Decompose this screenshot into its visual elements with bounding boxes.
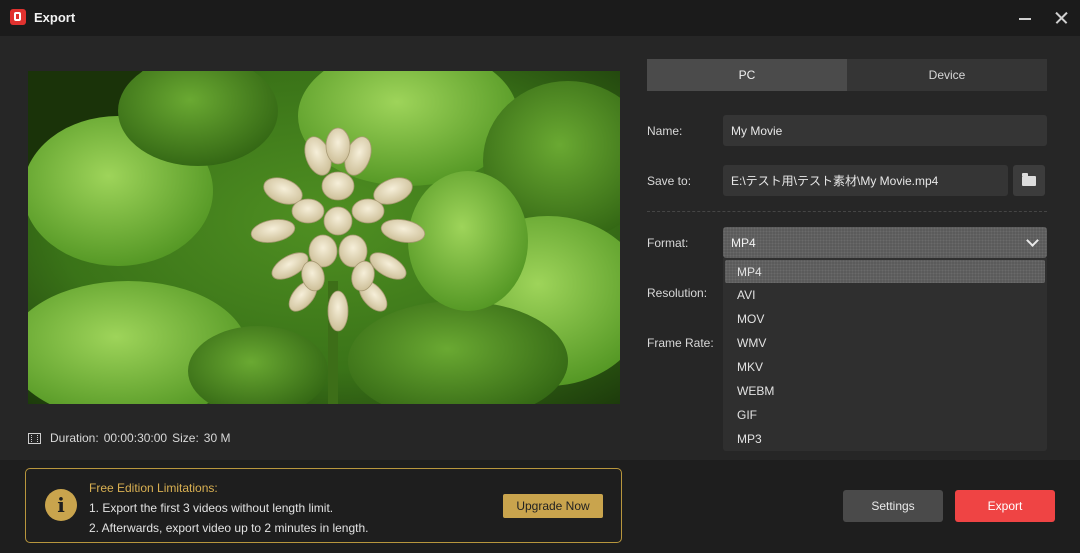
tab-device[interactable]: Device	[847, 59, 1047, 91]
name-input[interactable]: My Movie	[723, 115, 1047, 146]
resolution-label: Resolution:	[647, 286, 708, 300]
format-option-wmv[interactable]: WMV	[725, 331, 1045, 354]
format-select-value: MP4	[731, 236, 756, 250]
frame-rate-label: Frame Rate:	[647, 336, 714, 350]
tab-pc[interactable]: PC	[647, 59, 847, 91]
destination-tabs: PC Device	[647, 59, 1047, 91]
browse-folder-button[interactable]	[1013, 165, 1045, 196]
notice-line-2: 2. Afterwards, export video up to 2 minu…	[89, 521, 369, 535]
name-label: Name:	[647, 124, 683, 138]
notice-line-1: 1. Export the first 3 videos without len…	[89, 501, 334, 515]
film-icon	[28, 432, 41, 444]
duration-value: 00:00:30:00	[103, 431, 168, 445]
format-option-mov[interactable]: MOV	[725, 307, 1045, 330]
divider	[647, 211, 1047, 212]
window-title: Export	[34, 10, 76, 25]
format-option-gif[interactable]: GIF	[725, 403, 1045, 426]
format-dropdown-list: MP4 AVI MOV WMV MKV WEBM GIF MP3	[723, 258, 1047, 451]
video-preview	[28, 71, 620, 404]
size-label: Size:	[172, 431, 199, 445]
free-edition-notice: i Free Edition Limitations: 1. Export th…	[25, 468, 622, 543]
title-bar: Export	[0, 0, 1080, 36]
format-option-webm[interactable]: WEBM	[725, 379, 1045, 402]
format-label: Format:	[647, 236, 689, 250]
save-to-label: Save to:	[647, 174, 692, 188]
chevron-down-icon	[1026, 234, 1039, 247]
upgrade-now-button[interactable]: Upgrade Now	[503, 494, 603, 518]
format-option-avi[interactable]: AVI	[725, 283, 1045, 306]
duration-label: Duration:	[50, 431, 99, 445]
info-icon: i	[45, 489, 77, 521]
format-option-mkv[interactable]: MKV	[725, 355, 1045, 378]
format-option-mp3[interactable]: MP3	[725, 427, 1045, 450]
folder-icon	[1022, 173, 1036, 186]
clover-flower-image	[28, 71, 620, 404]
export-button[interactable]: Export	[955, 490, 1055, 522]
format-option-mp4[interactable]: MP4	[725, 260, 1045, 283]
app-logo-icon	[10, 9, 26, 25]
close-icon[interactable]	[1049, 6, 1073, 30]
format-select[interactable]: MP4	[723, 227, 1047, 258]
size-value: 30 M	[203, 431, 231, 445]
settings-button[interactable]: Settings	[843, 490, 943, 522]
save-path-input[interactable]: E:\テスト用\テスト素材\My Movie.mp4	[723, 165, 1008, 196]
notice-title: Free Edition Limitations:	[89, 481, 218, 495]
video-info: Duration: 00:00:30:00 Size: 30 M	[28, 430, 235, 446]
minimize-icon[interactable]	[1013, 6, 1037, 30]
